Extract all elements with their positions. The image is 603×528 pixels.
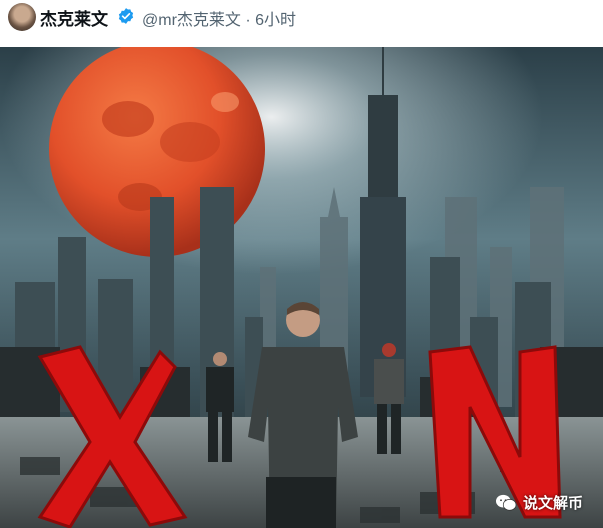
author-avatar[interactable] [8,3,36,31]
handle-and-time[interactable]: @mr杰克莱文 · 6小时 [142,6,296,30]
post-image[interactable]: 说文解币 [0,47,603,528]
dystopian-city-illustration [0,47,603,528]
verified-badge-icon [118,8,134,24]
wechat-icon [495,494,517,511]
watermark-text: 说文解币 [522,495,583,512]
watermark: 说文解币 [495,492,583,513]
author-name[interactable]: 杰克莱文 [40,5,108,30]
post-header: 杰克莱文 @mr杰克莱文 · 6小时 [0,0,603,46]
